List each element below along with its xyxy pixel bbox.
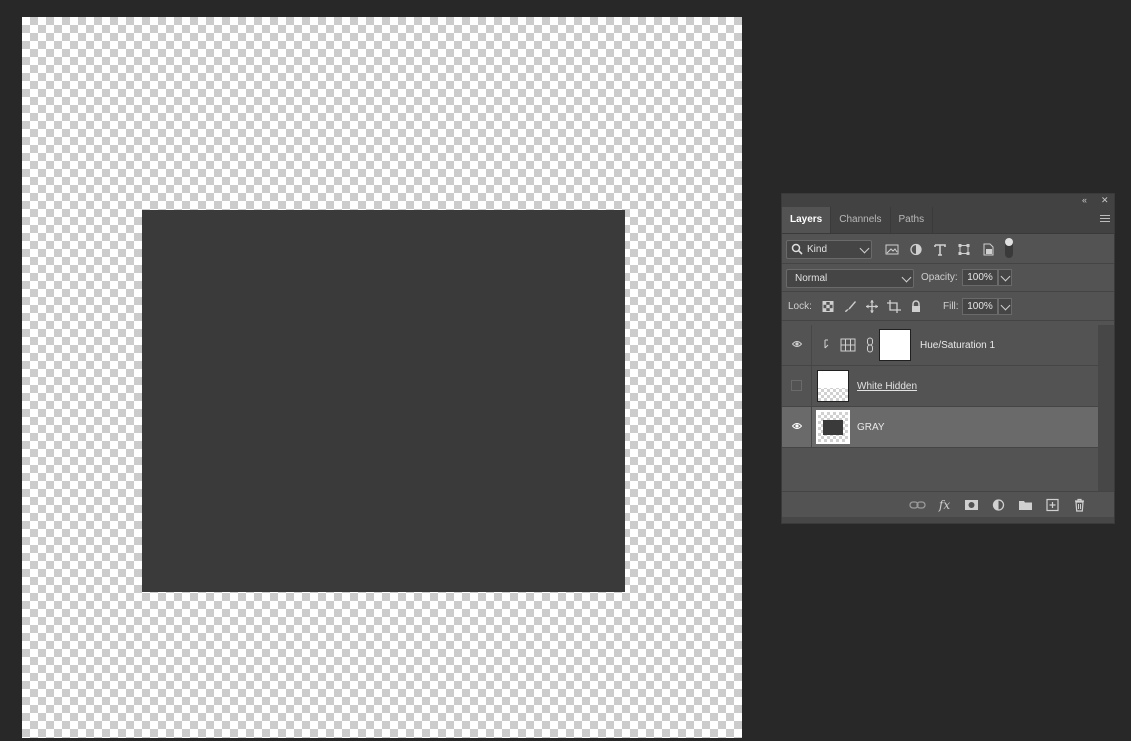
layers-panel: « ✕ Layers Channels Paths Kind Normal Op…	[781, 193, 1115, 524]
type-filter-icon[interactable]	[932, 242, 948, 257]
double-chevron-left-icon[interactable]: «	[1082, 194, 1087, 207]
tab-channels[interactable]: Channels	[831, 207, 891, 233]
opacity-dropdown[interactable]	[998, 269, 1012, 286]
layer-thumbnail	[817, 370, 849, 402]
lock-icons	[820, 299, 924, 314]
folder-icon[interactable]	[1017, 498, 1034, 512]
tab-layers[interactable]: Layers	[782, 207, 832, 233]
adjustment-layer-icon[interactable]	[990, 498, 1007, 512]
image-filter-icon[interactable]	[884, 242, 900, 257]
lock-transparent-pixels-icon[interactable]	[820, 299, 836, 314]
lock-artboard-icon[interactable]	[886, 299, 902, 314]
layer-thumbnail	[816, 410, 850, 444]
layers-list: Hue/Saturation 1 White Hidden GRAY	[782, 325, 1098, 489]
blend-row: Normal Opacity: 100%	[782, 264, 1114, 292]
shape-filter-icon[interactable]	[956, 242, 972, 257]
hidden-visibility-box	[791, 380, 802, 391]
chevron-down-icon	[859, 243, 870, 254]
panel-tabs: Layers Channels Paths	[782, 207, 1114, 234]
visibility-toggle[interactable]	[782, 366, 812, 406]
fill-input[interactable]: 100%	[962, 298, 998, 315]
visibility-toggle[interactable]	[782, 407, 812, 447]
layer-gray[interactable]: GRAY	[782, 407, 1098, 448]
panel-resize-handle[interactable]	[782, 517, 1114, 523]
panel-menu-icon[interactable]	[1100, 215, 1110, 224]
gray-rectangle[interactable]	[142, 210, 625, 592]
eye-icon	[792, 423, 802, 429]
chain-link-icon[interactable]	[866, 337, 874, 353]
lock-row: Lock: Fill: 100%	[782, 292, 1114, 321]
chevron-down-icon	[901, 272, 912, 283]
fill-dropdown[interactable]	[998, 298, 1012, 315]
adjustment-layer-icon	[840, 338, 856, 352]
trash-icon[interactable]	[1071, 498, 1088, 512]
kind-label: Kind	[807, 244, 828, 255]
layer-hue-saturation[interactable]: Hue/Saturation 1	[782, 325, 1098, 366]
lock-label: Lock:	[788, 301, 812, 312]
opacity-label: Opacity:	[921, 272, 958, 283]
layer-mask-thumbnail[interactable]	[879, 329, 911, 361]
fx-icon[interactable]: fx	[936, 498, 953, 512]
lock-image-pixels-icon[interactable]	[842, 299, 858, 314]
blend-mode-select[interactable]: Normal	[786, 269, 914, 288]
layers-scrollbar[interactable]	[1098, 325, 1114, 491]
tab-paths[interactable]: Paths	[891, 207, 934, 233]
layer-name: Hue/Saturation 1	[920, 340, 996, 351]
lock-position-icon[interactable]	[864, 299, 880, 314]
layer-white-hidden[interactable]: White Hidden	[782, 366, 1098, 407]
fill-label: Fill:	[943, 301, 959, 312]
opacity-input[interactable]: 100%	[962, 269, 998, 286]
smart-object-filter-icon[interactable]	[980, 242, 996, 257]
filter-icons	[884, 242, 996, 257]
chevron-down-icon	[1000, 271, 1011, 282]
lock-all-icon[interactable]	[908, 299, 924, 314]
visibility-toggle[interactable]	[782, 325, 812, 365]
kind-filter-select[interactable]: Kind	[786, 240, 872, 259]
panel-topbar: « ✕	[782, 194, 1114, 207]
chevron-down-icon	[1000, 300, 1011, 311]
adjustment-filter-icon[interactable]	[908, 242, 924, 257]
search-icon	[791, 243, 803, 255]
layer-name: GRAY	[857, 422, 885, 433]
close-icon[interactable]: ✕	[1101, 194, 1109, 207]
panel-bottom-bar: fx	[782, 491, 1114, 517]
clipping-arrow-icon	[824, 339, 829, 349]
document-canvas[interactable]	[22, 17, 742, 738]
blend-mode-value: Normal	[795, 273, 828, 284]
bottom-icons: fx	[909, 498, 1088, 512]
mask-icon[interactable]	[963, 498, 980, 512]
layer-name: White Hidden	[857, 381, 918, 392]
link-icon[interactable]	[909, 498, 926, 512]
filter-toggle[interactable]	[1005, 238, 1013, 258]
filter-row: Kind	[782, 234, 1114, 264]
new-layer-icon[interactable]	[1044, 498, 1061, 512]
eye-icon	[792, 341, 802, 347]
